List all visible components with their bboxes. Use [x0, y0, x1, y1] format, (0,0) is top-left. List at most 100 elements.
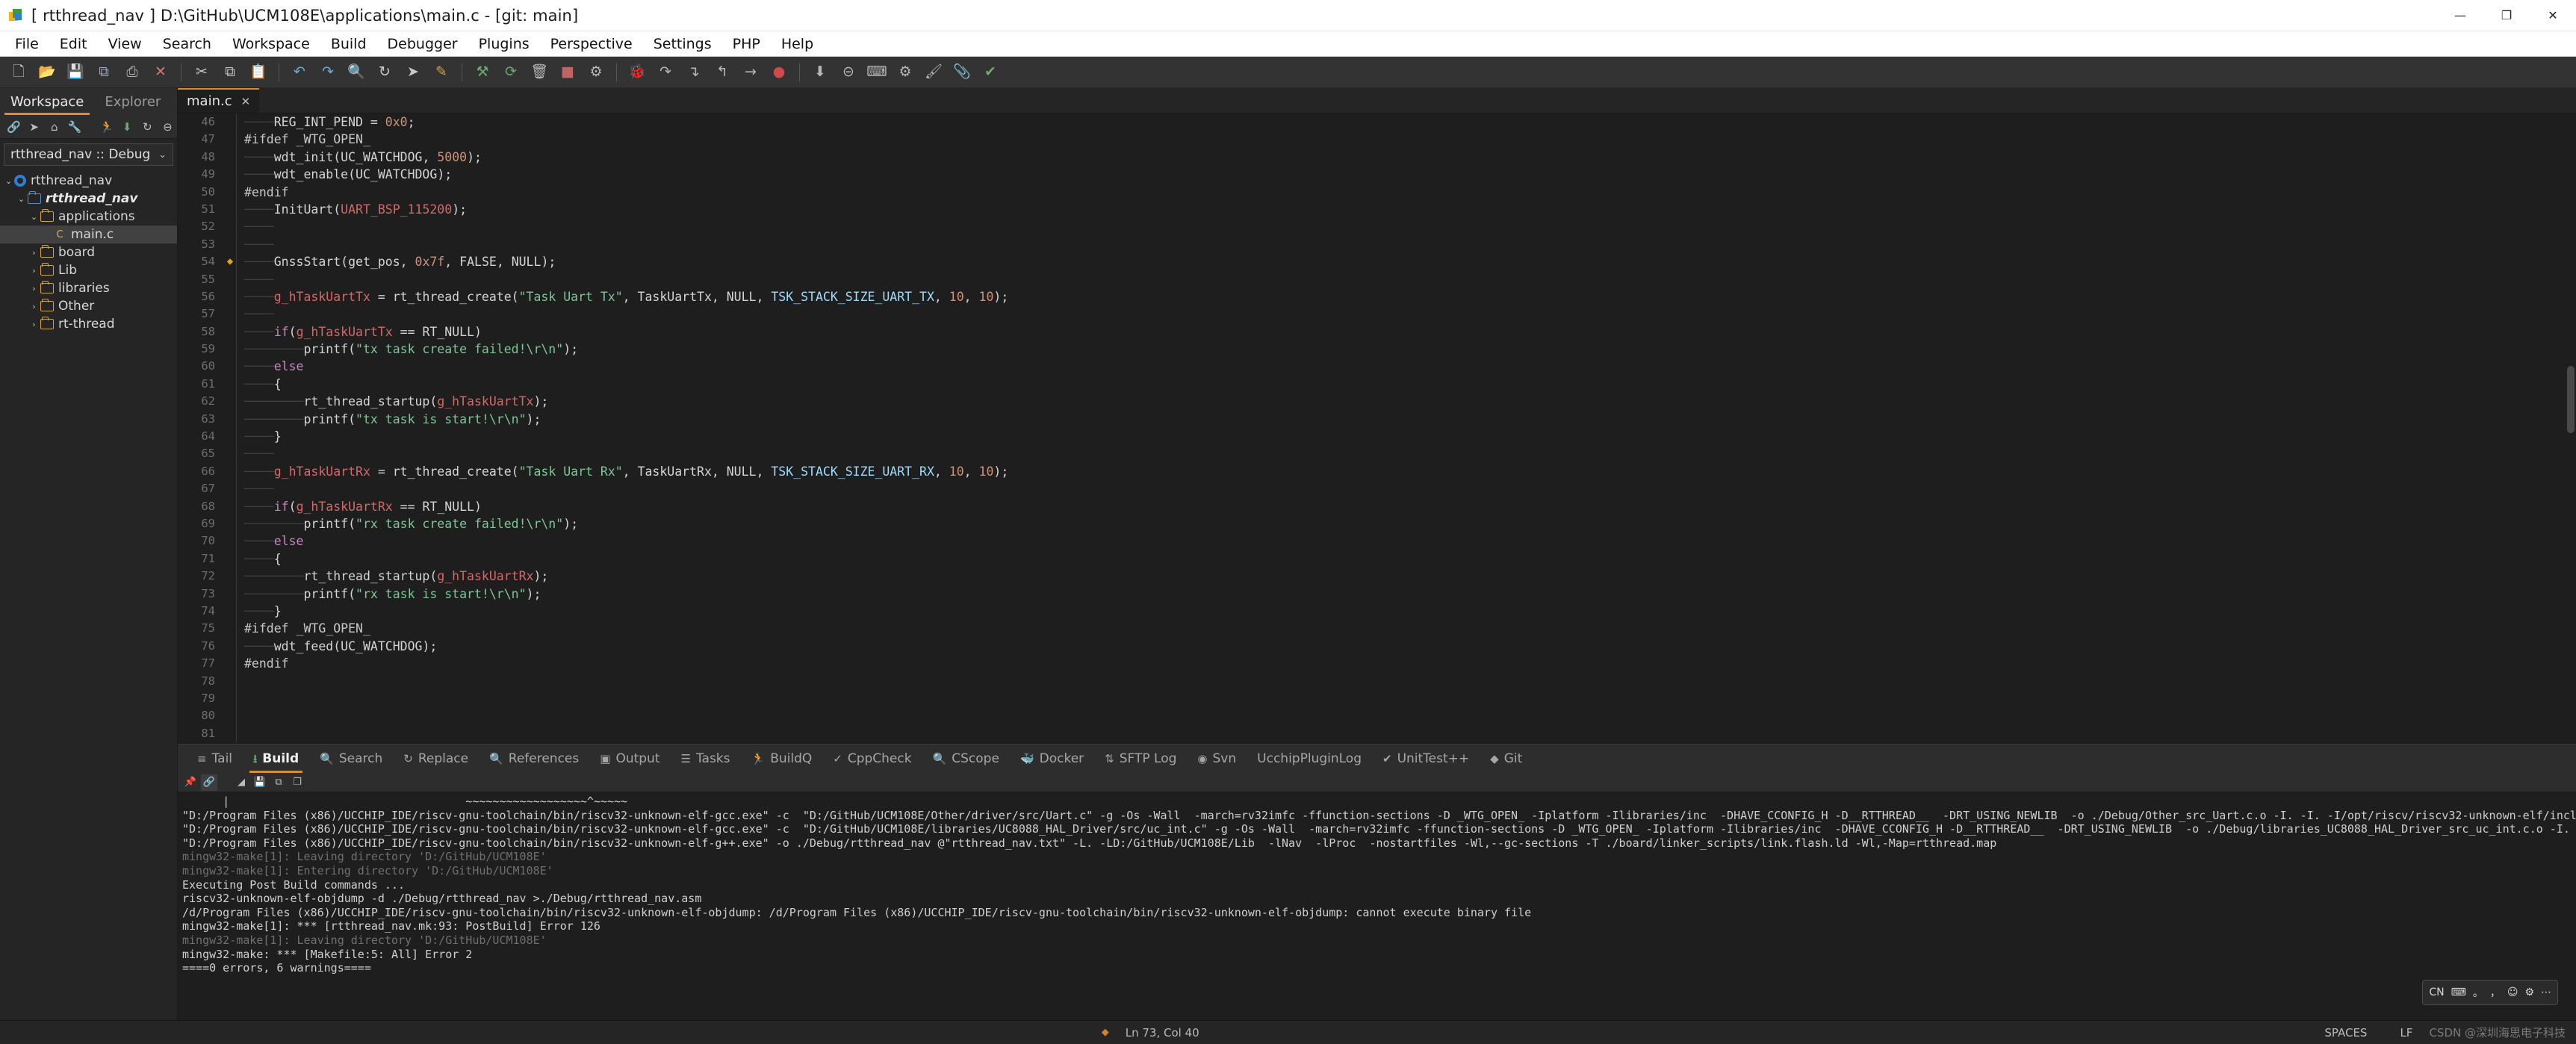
indent-mode[interactable]: SPACES [2308, 1026, 2383, 1040]
chevron-right-icon[interactable]: › [30, 266, 38, 276]
minimize-button[interactable]: — [2437, 0, 2483, 31]
ime-lang[interactable]: CN [2429, 986, 2444, 998]
copy-all-icon[interactable]: ❐ [289, 774, 305, 791]
code-line[interactable]: 55 ──── [178, 270, 2566, 288]
pin-icon[interactable]: 📎 [948, 58, 976, 87]
erase-flash-icon[interactable]: ⊝ [834, 58, 863, 87]
code-line[interactable]: 74 ────} [178, 602, 2566, 621]
menu-settings[interactable]: Settings [643, 33, 722, 55]
print-icon[interactable]: ⎙ [118, 58, 146, 87]
new-file-icon[interactable]: 🗋 [4, 58, 33, 87]
code-line[interactable]: 61 ────{ [178, 375, 2566, 394]
chevron-down-icon[interactable]: ⌄ [4, 176, 13, 186]
bottom-tab-sftp-log[interactable]: ⇅ SFTP Log [1094, 745, 1187, 773]
bottom-tab-docker[interactable]: 🐳 Docker [1010, 745, 1094, 773]
code-line[interactable]: 69 ────────printf("rx task create failed!… [178, 515, 2566, 533]
bottom-tab-output[interactable]: ▣ Output [589, 745, 670, 773]
ime-punct-icon[interactable]: 。 [2473, 985, 2483, 1000]
ime-more-icon[interactable]: ⋯ [2541, 986, 2551, 998]
code-line[interactable]: 77 #endif [178, 655, 2566, 673]
open-file-icon[interactable]: 📂 [33, 58, 61, 87]
scrollbar-thumb[interactable] [2567, 365, 2575, 433]
wrench-icon[interactable]: 🔧 [65, 117, 84, 137]
step-into-icon[interactable]: ↴ [680, 58, 708, 87]
code-line[interactable]: 53 ──── [178, 235, 2566, 254]
code-line[interactable]: 48 ────wdt_init(UC_WATCHDOG, 5000); [178, 148, 2566, 167]
code-line[interactable]: 71 ────{ [178, 550, 2566, 568]
clean-icon[interactable]: 🗑 [525, 58, 553, 87]
tree-item[interactable]: › Other [0, 297, 177, 315]
undo-icon[interactable]: ↶ [285, 58, 314, 87]
save-log-icon[interactable]: 💾 [252, 774, 268, 791]
code-line[interactable]: 46 ────REG_INT_PEND = 0x0; [178, 114, 2566, 131]
collapse-icon[interactable]: ⊖ [158, 117, 177, 137]
code-line[interactable]: 64 ────} [178, 428, 2566, 446]
code-line[interactable]: 73 ────────printf("rx task is start!\r\n"… [178, 585, 2566, 603]
chevron-right-icon[interactable]: › [30, 284, 38, 293]
code-line[interactable]: 70 ────else [178, 532, 2566, 550]
maximize-button[interactable]: ❐ [2483, 0, 2530, 31]
menu-php[interactable]: PHP [722, 33, 771, 55]
download-flash-icon[interactable]: ⬇ [806, 58, 834, 87]
check-icon[interactable]: ✔ [976, 58, 1005, 87]
code-line[interactable]: 81 [178, 724, 2566, 743]
code-line[interactable]: 59 ────────printf("tx task create failed!… [178, 341, 2566, 358]
menu-build[interactable]: Build [320, 33, 377, 55]
code-line[interactable]: 54 ◆ ────GnssStart(get_pos, 0x7f, FALSE, N… [178, 253, 2566, 271]
menu-view[interactable]: View [98, 33, 152, 55]
code-line[interactable]: 50 #endif [178, 183, 2566, 201]
code-line[interactable]: 52 ──── [178, 218, 2566, 236]
tree-item[interactable]: › board [0, 243, 177, 261]
save-icon[interactable]: 💾 [61, 58, 90, 87]
code-line[interactable]: 65 ──── [178, 445, 2566, 463]
code-line[interactable]: 63 ────────printf("tx task is start!\r\n"… [178, 410, 2566, 429]
menu-edit[interactable]: Edit [49, 33, 98, 55]
plugin-icon[interactable]: 🖌 [919, 58, 948, 87]
code-line[interactable]: 56 ────g_hTaskUartTx = rt_thread_create("… [178, 288, 2566, 306]
code-line[interactable]: 78 [178, 672, 2566, 690]
refresh-icon[interactable]: ↻ [138, 117, 157, 137]
sidebar-tab-workspace[interactable]: Workspace [0, 94, 94, 115]
menu-search[interactable]: Search [152, 33, 222, 55]
menu-file[interactable]: File [4, 33, 49, 55]
build-icon[interactable]: ⚒ [468, 58, 497, 87]
save-all-icon[interactable]: ⧉ [90, 58, 118, 87]
bottom-tab-cscope[interactable]: 🔍 CScope [922, 745, 1010, 773]
clear-icon[interactable]: ◢ [233, 774, 249, 791]
editor-scrollbar[interactable] [2566, 114, 2576, 744]
search-icon[interactable]: 🔍 [342, 58, 370, 87]
close-button[interactable]: ✕ [2530, 0, 2576, 31]
code-line[interactable]: 67 ──── [178, 480, 2566, 498]
bottom-tab-ucchippluginlog[interactable]: UcchipPluginLog [1247, 745, 1372, 773]
tab-main-c[interactable]: main.c ✕ [178, 88, 260, 113]
goto-line-icon[interactable]: ➤ [399, 58, 427, 87]
bottom-tab-replace[interactable]: ↻ Replace [393, 745, 479, 773]
cut-icon[interactable]: ✂ [187, 58, 216, 87]
bottom-tab-svn[interactable]: ◉ Svn [1187, 745, 1247, 773]
build-console[interactable]: | ~~~~~~~~~~~~~~~~~~^~~~~~ "D:/Program Fi… [178, 792, 2576, 1020]
sidebar-tab-explorer[interactable]: Explorer [94, 94, 171, 115]
code-view[interactable]: 46 ────REG_INT_PEND = 0x0; 47 #ifdef _WTG_O… [178, 114, 2566, 744]
bottom-tab-unittest-[interactable]: ✔ UnitTest++ [1372, 745, 1480, 773]
run-icon[interactable]: 🏃 [98, 117, 117, 137]
code-line[interactable]: 79 [178, 689, 2566, 708]
pin-icon[interactable]: 📌 [182, 774, 199, 791]
menu-debugger[interactable]: Debugger [377, 33, 468, 55]
close-icon[interactable]: ✕ [241, 95, 251, 108]
code-line[interactable]: 80 [178, 707, 2566, 725]
code-line[interactable]: 62 ────────rt_thread_startup(g_hTaskUartT… [178, 393, 2566, 411]
settings-icon[interactable]: ⚙ [891, 58, 919, 87]
tree-item[interactable]: › libraries [0, 279, 177, 297]
bottom-tab-buildq[interactable]: 🏃 BuildQ [741, 745, 823, 773]
ime-tool-icon[interactable]: ⚙ [2524, 986, 2534, 998]
run-to-cursor-icon[interactable]: → [736, 58, 765, 87]
debug-start-icon[interactable]: 🐞 [623, 58, 651, 87]
link-icon[interactable]: 🔗 [201, 774, 217, 791]
code-line[interactable]: 49 ────wdt_enable(UC_WATCHDOG); [178, 166, 2566, 184]
home-icon[interactable]: ⌂ [45, 117, 63, 137]
tree-item[interactable]: ⌄ applications [0, 208, 177, 226]
chevron-right-icon[interactable]: › [30, 302, 38, 311]
bottom-tab-tasks[interactable]: ☰ Tasks [671, 745, 741, 773]
code-line[interactable]: 75 #ifdef _WTG_OPEN_ [178, 620, 2566, 638]
copy-log-icon[interactable]: ⧉ [270, 774, 287, 791]
